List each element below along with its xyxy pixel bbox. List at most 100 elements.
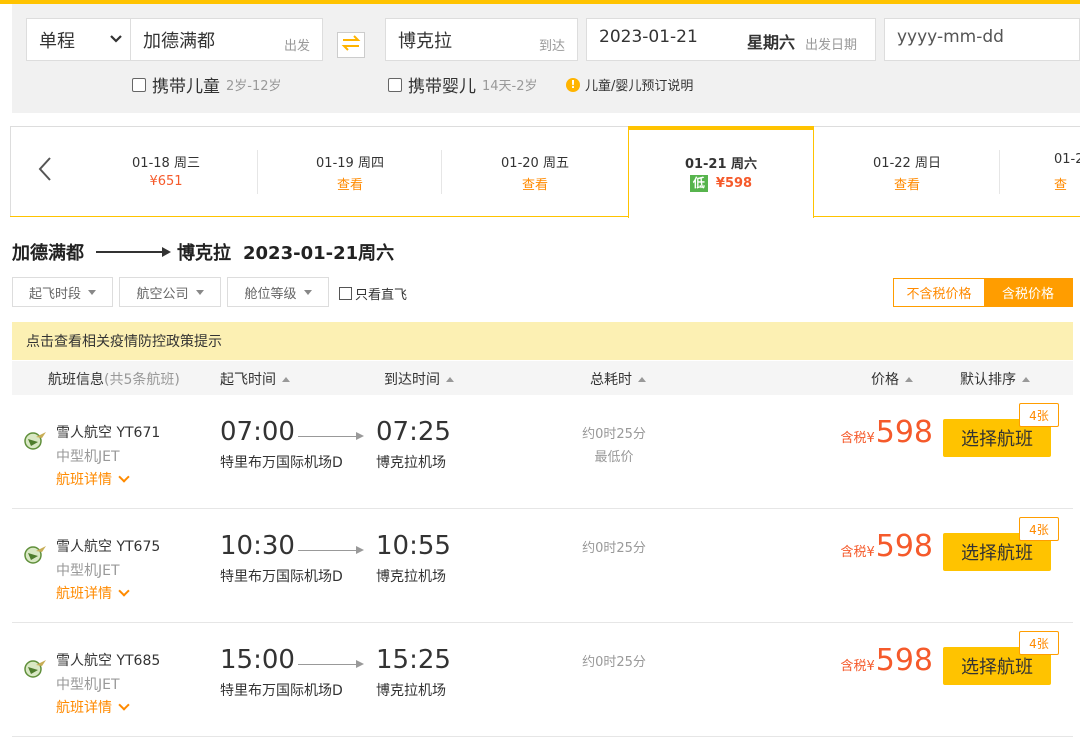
flight-row: 雪人航空 YT671 中型机JET 航班详情 07:00 07:25 特里布万国… [12,395,1073,509]
filter-airline[interactable]: 航空公司 [119,277,221,307]
route-title: 加德满都 博克拉 2023-01-21周六 [12,239,394,265]
sort-arrow-icon [905,376,913,382]
date-cell-active[interactable]: 01-21 周六 低 ¥598 [628,126,814,218]
airline-flight-number: 雪人航空 YT685 [56,653,161,669]
date-cell-view-link[interactable]: 查看 [258,174,442,193]
date-cell-2[interactable]: 01-19 周四 查看 [258,126,442,216]
currency-symbol: ¥ [866,545,875,560]
arrival-airport: 博克拉机场 [376,455,446,471]
arrival-city-hint: 到达 [538,39,565,54]
departure-date-value: 2023-01-21 [599,27,698,47]
chevron-down-icon [118,471,130,483]
plane-type: 中型机JET [56,563,120,579]
direct-only-checkbox[interactable]: 只看直飞 [339,284,407,303]
chevron-down-icon [118,699,130,711]
flight-arrow-line [298,664,360,665]
route-arrow-icon [162,247,171,257]
header-flight-info-label: 航班信息 [48,372,104,388]
date-cell-view-link[interactable]: 查 [1054,174,1080,193]
departure-city-input[interactable]: 加德满都 出发 [130,18,323,61]
child-age-range: 2岁-12岁 [226,79,282,94]
sort-arrival-time[interactable]: 到达时间 [384,369,454,389]
filter-departure-time[interactable]: 起飞时段 [12,277,113,307]
child-checkbox-label: 携带儿童 [152,77,220,97]
arrival-airport: 博克拉机场 [376,683,446,699]
price-display: 含税 ¥598 [840,415,933,450]
trip-type-select[interactable]: 单程 [26,18,134,61]
seats-left-badge: 4张 [1019,403,1059,427]
flight-arrow-line [298,436,360,437]
prev-dates-button[interactable] [32,156,58,186]
lowest-price-tag: 低 [689,175,708,192]
sort-arrow-icon [638,376,646,382]
swap-cities-button[interactable] [337,32,365,58]
route-date: 2023-01-21周六 [243,243,395,264]
caret-down-icon [303,289,312,295]
return-date-input[interactable]: yyyy-mm-dd [884,18,1080,61]
flight-arrow-icon [356,660,364,668]
child-checkbox-box[interactable] [132,77,146,92]
route-to: 博克拉 [177,243,231,264]
sort-duration[interactable]: 总耗时 [590,369,646,389]
return-date-placeholder: yyyy-mm-dd [897,27,1004,47]
date-cell-3[interactable]: 01-20 周五 查看 [442,126,628,216]
date-selector-bar: 01-18 周三 ¥651 01-19 周四 查看 01-20 周五 查看 01… [10,126,1080,218]
direct-only-box[interactable] [339,287,352,300]
flight-arrow-line [298,550,360,551]
infant-checkbox-label: 携带婴儿 [408,77,476,97]
date-cell-price-row: 低 ¥598 [629,175,813,192]
booking-note-label: 儿童/婴儿预订说明 [585,79,694,94]
trip-type-label: 单程 [39,31,75,52]
date-cell-view-link[interactable]: 查看 [814,174,1000,193]
flight-detail-link[interactable]: 航班详情 [56,697,130,717]
date-cell-view-link[interactable]: 查看 [442,174,628,193]
exclude-tax-option[interactable]: 不含税价格 [894,279,984,306]
date-cell-divider [999,150,1000,194]
airline-logo-icon [22,655,48,681]
date-cell-label: 01-18 周三 [132,156,200,171]
flight-duration: 约0时25分 [582,427,646,442]
sort-departure-time[interactable]: 起飞时间 [220,369,290,389]
filter-label: 航空公司 [136,286,189,302]
infant-checkbox-box[interactable] [388,77,402,92]
sort-price[interactable]: 价格 [871,369,913,389]
price-display: 含税 ¥598 [840,529,933,564]
sort-arrow-icon [446,376,454,382]
date-cell-1[interactable]: 01-18 周三 ¥651 [74,126,258,216]
epidemic-policy-notice[interactable]: 点击查看相关疫情防控政策提示 [12,322,1073,360]
filter-label: 舱位等级 [244,286,297,302]
tax-label: 含税 [840,545,867,560]
arrival-city-input[interactable]: 博克拉 到达 [385,18,578,61]
arrival-city-value: 博克拉 [398,31,452,52]
infant-checkbox[interactable]: 携带婴儿 14天-2岁 [388,72,538,97]
header-flight-info: 航班信息 (共5条航班) [48,369,180,389]
departure-airport: 特里布万国际机场D [220,683,343,699]
tax-price-toggle[interactable]: 不含税价格 含税价格 [893,278,1073,307]
flight-detail-link[interactable]: 航班详情 [56,583,130,603]
date-bar-bottom-line [10,216,628,217]
filter-cabin-class[interactable]: 舱位等级 [227,277,329,307]
sort-default[interactable]: 默认排序 [960,369,1030,389]
departure-airport: 特里布万国际机场D [220,455,343,471]
airline-flight-number: 雪人航空 YT671 [56,425,161,441]
flight-row: 雪人航空 YT685 中型机JET 航班详情 15:00 15:25 特里布万国… [12,623,1073,737]
flight-detail-label: 航班详情 [56,472,112,488]
price-value: 598 [875,415,933,450]
booking-note-link[interactable]: ! 儿童/婴儿预订说明 [566,75,693,94]
arrival-airport: 博克拉机场 [376,569,446,585]
route-from: 加德满都 [12,243,84,264]
airline-flight-number: 雪人航空 YT675 [56,539,161,555]
departure-airport: 特里布万国际机场D [220,569,343,585]
flight-count: (共5条航班) [104,372,180,388]
flight-detail-link[interactable]: 航班详情 [56,469,130,489]
child-checkbox[interactable]: 携带儿童 2岁-12岁 [132,72,282,97]
tax-label: 含税 [840,431,867,446]
include-tax-option[interactable]: 含税价格 [984,279,1072,306]
date-cell-5[interactable]: 01-22 周日 查看 [814,126,1000,216]
header-label: 价格 [871,372,899,388]
departure-date-input[interactable]: 2023-01-21 星期六 出发日期 [586,18,876,61]
date-cell-6[interactable]: 01-2 查 [1054,126,1080,216]
date-bar-bottom-line-right [814,216,1080,217]
header-label: 到达时间 [384,372,440,388]
currency-symbol: ¥ [866,431,875,446]
